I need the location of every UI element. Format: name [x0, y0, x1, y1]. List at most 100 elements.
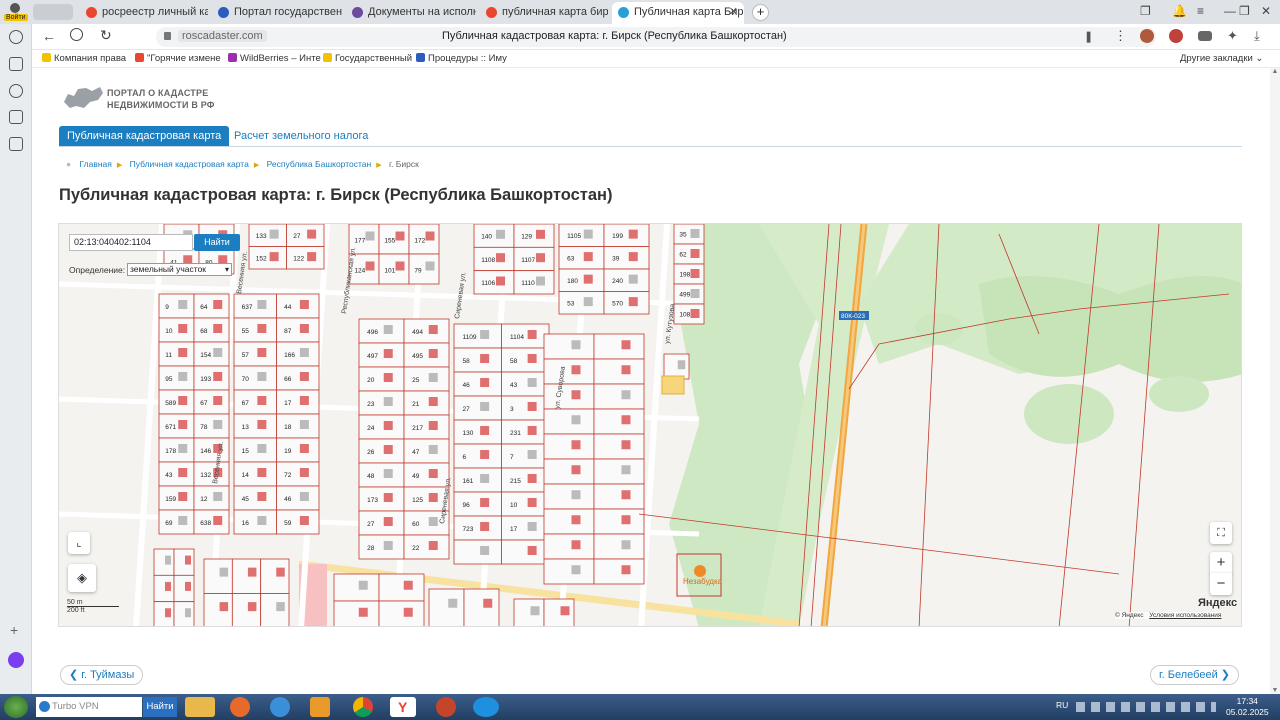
fullscreen-button[interactable]: ⛶ — [1210, 522, 1232, 544]
reload-icon[interactable]: ↻ — [100, 27, 112, 44]
parcel-number: 7 — [510, 454, 514, 461]
bookmark-5[interactable]: Процедуры :: Иму — [416, 53, 507, 64]
start-button[interactable] — [4, 696, 28, 718]
map-canvas[interactable]: Незабудка 80К-023 Весенняя ул. Республика… — [59, 224, 1242, 627]
menu-icon[interactable]: ≡ — [1197, 4, 1204, 18]
parcel-number: 1109 — [463, 334, 477, 341]
tab-2[interactable]: Портал государственных — [212, 2, 342, 24]
games-icon[interactable] — [9, 110, 23, 124]
tab-4[interactable]: публичная карта бирска — [480, 2, 608, 24]
next-city-link[interactable]: г. Белебеей ❯ — [1150, 665, 1240, 685]
map-copyright: © Яндекс Условия использования — [1115, 612, 1222, 619]
building-footprint — [571, 440, 581, 450]
new-tab-button[interactable]: + — [752, 4, 769, 21]
cadastral-map[interactable]: Незабудка 80К-023 Весенняя ул. Республика… — [58, 223, 1242, 627]
scroll-up-icon[interactable]: ▲ — [1270, 68, 1280, 75]
building-footprint — [628, 252, 638, 262]
close-tab-icon[interactable]: ✕ — [729, 2, 738, 22]
scale-bar: 50 m 200 ft — [67, 599, 127, 614]
tab-5-active[interactable]: Публичная карта Бирск ✕ — [612, 2, 744, 24]
taskbar-search[interactable]: Turbo VPN — [36, 697, 142, 717]
definition-select[interactable]: земельный участок ▾ — [127, 263, 232, 276]
alice-icon[interactable] — [8, 652, 24, 668]
prev-city-link[interactable]: ❮ г. Туймазы — [60, 665, 144, 685]
parcel-number: 589 — [165, 400, 176, 407]
tab-cadastral-map[interactable]: Публичная кадастровая карта — [59, 126, 230, 146]
video-icon[interactable] — [9, 84, 23, 98]
yandex-logo[interactable]: Яндекс — [1198, 597, 1237, 609]
add-panel-icon[interactable]: + — [10, 622, 18, 638]
extension-1-icon[interactable] — [1140, 29, 1154, 43]
bookmark-4[interactable]: Государственный — [323, 53, 412, 64]
collections-icon[interactable] — [9, 57, 23, 71]
chrome-icon[interactable] — [353, 697, 373, 717]
parcel-number: 49 — [412, 473, 420, 480]
site-logo-text[interactable]: ПОРТАЛ О КАДАСТРЕ НЕДВИЖИМОСТИ В РФ — [107, 87, 215, 111]
internet-explorer-icon[interactable] — [270, 697, 290, 717]
page-scrollbar[interactable]: ▲ ▼ — [1270, 68, 1280, 694]
media-player-icon[interactable] — [310, 697, 330, 717]
bookmark-3[interactable]: WildBerries – Инте — [228, 53, 321, 64]
ruler-button[interactable]: ⌞ — [68, 532, 90, 554]
russia-map-logo-icon[interactable] — [62, 84, 104, 110]
notes-icon[interactable] — [9, 137, 23, 151]
building-footprint — [480, 330, 490, 339]
building-footprint — [527, 378, 537, 387]
zoom-in-button[interactable]: + — [1210, 552, 1232, 574]
building-footprint — [178, 444, 188, 453]
address-domain: roscadaster.com — [178, 30, 267, 42]
tab-1[interactable]: росреестр личный кабин — [80, 2, 208, 24]
building-footprint — [496, 229, 505, 239]
breadcrumb-map[interactable]: Публичная кадастровая карта — [130, 159, 249, 169]
address-bar[interactable]: roscadaster.com Публичная кадастровая ка… — [156, 27, 1156, 47]
zoom-out-button[interactable]: − — [1210, 573, 1232, 595]
building-footprint — [527, 546, 537, 555]
land-parcel — [501, 419, 550, 445]
tab-land-tax[interactable]: Расчет земельного налога — [234, 130, 368, 142]
yandex-home-icon[interactable] — [70, 28, 83, 41]
taskbar-search-button[interactable]: Найти — [143, 697, 177, 717]
clock[interactable]: 17:34 05.02.2025 — [1226, 696, 1269, 718]
tabs-icon[interactable]: ❐ — [1140, 4, 1151, 18]
extension-2-icon[interactable] — [1169, 29, 1183, 43]
breadcrumb-home[interactable]: Главная — [80, 159, 112, 169]
bookmark-2[interactable]: "Горячие измене — [135, 53, 221, 64]
terms-link[interactable]: Условия использования — [1149, 612, 1221, 619]
bookmark-icon[interactable]: ❚ — [1084, 30, 1093, 43]
history-icon[interactable] — [9, 30, 23, 44]
land-parcel — [593, 358, 645, 385]
breadcrumb: ● Главная ▶ Публичная кадастровая карта ▶ … — [66, 159, 419, 169]
parcel-number: 198 — [679, 271, 690, 278]
cadastral-search-input[interactable]: 02:13:040402:1104 — [69, 234, 193, 251]
land-parcel — [358, 486, 405, 512]
tab-list-button[interactable] — [33, 4, 73, 20]
close-window-icon[interactable]: ✕ — [1261, 4, 1271, 18]
parcel-number: 70 — [242, 376, 250, 383]
downloads-icon[interactable]: ⤓ — [1254, 28, 1260, 44]
building-footprint — [536, 229, 545, 239]
file-explorer-icon[interactable] — [185, 697, 215, 717]
scroll-down-icon[interactable]: ▼ — [1270, 687, 1280, 694]
more-icon[interactable]: ⋮ — [1114, 28, 1127, 44]
app-icon[interactable] — [436, 697, 456, 717]
breadcrumb-region[interactable]: Республика Башкортостан — [267, 159, 372, 169]
search-button[interactable]: Найти — [194, 234, 240, 251]
building-footprint — [383, 373, 393, 382]
extension-3-icon[interactable] — [1198, 31, 1212, 41]
parcel-number: 146 — [200, 448, 211, 455]
other-bookmarks[interactable]: Другие закладки ⌄ — [1180, 53, 1263, 64]
back-icon[interactable]: ← — [42, 28, 56, 44]
extensions-icon[interactable]: ✦ — [1227, 28, 1238, 44]
firefox-icon[interactable] — [230, 697, 250, 717]
bookmark-1[interactable]: Компания права — [42, 53, 126, 64]
notifications-icon[interactable]: 🔔 — [1172, 4, 1187, 18]
language-indicator[interactable]: RU — [1056, 700, 1068, 710]
profile-button[interactable]: Войти — [3, 2, 28, 24]
tab-3[interactable]: Документы на исполнени — [346, 2, 476, 24]
yandex-browser-icon[interactable]: Y — [390, 697, 416, 717]
tray-icons[interactable] — [1076, 702, 1216, 712]
restore-icon[interactable]: ❐ — [1239, 4, 1250, 18]
layers-button[interactable]: ◈ — [68, 564, 96, 592]
messenger-icon[interactable] — [473, 697, 499, 717]
minimize-icon[interactable]: — — [1224, 4, 1236, 18]
